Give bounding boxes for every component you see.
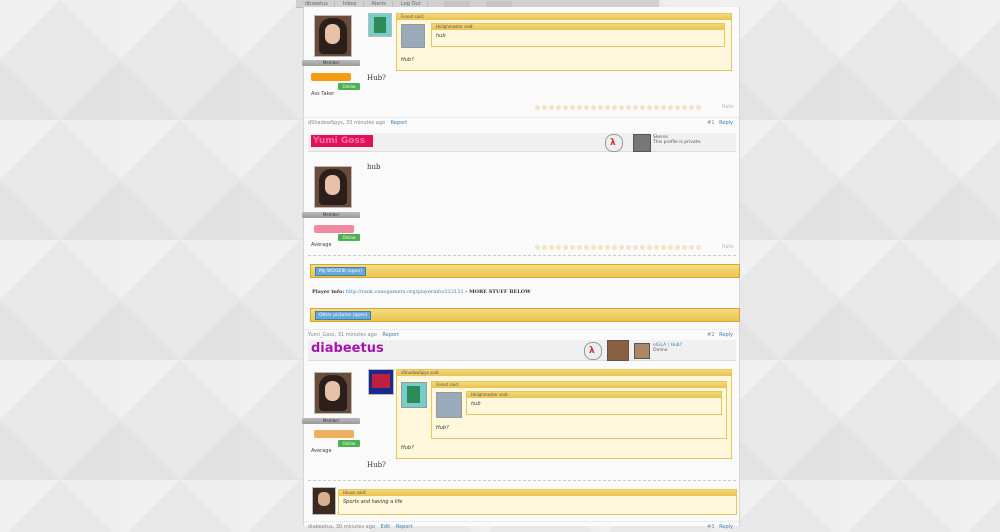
nav-extra-icon[interactable] xyxy=(485,0,512,7)
user-avatar[interactable] xyxy=(314,15,352,57)
report-link[interactable]: Report xyxy=(391,120,408,126)
post-meta: dShadowSpys, 33 minutes ago Report xyxy=(308,120,408,126)
quote-inner: Holighmaster said: hub xyxy=(431,23,725,47)
post-3: diabeetus λ elGLA | Hub? Online Member O… xyxy=(302,340,739,530)
steam-avatar-small[interactable] xyxy=(634,343,650,359)
user-avatar[interactable] xyxy=(314,372,352,414)
post-actions: #2 Reply xyxy=(707,332,733,338)
quote-text: hub xyxy=(471,401,481,407)
user-avatar[interactable] xyxy=(314,166,352,208)
online-badge: Online xyxy=(338,234,360,241)
quote-inner-avatar xyxy=(436,392,462,418)
quote-mid-avatar xyxy=(401,382,427,408)
username[interactable]: diabeetus xyxy=(311,341,384,356)
steam-avatar[interactable] xyxy=(633,134,651,152)
user-title: Average xyxy=(311,448,332,454)
quote-mid: Forest said: Holighmaster said: hub Hub? xyxy=(431,381,727,439)
quote-author[interactable]: Forest said: xyxy=(397,14,731,20)
post-actions: #1 Reply xyxy=(707,120,733,126)
quote-inner: Holighmaster said: hub xyxy=(466,391,722,415)
quote-text: Hub? xyxy=(436,425,449,431)
post-message: hub xyxy=(367,163,381,171)
post-meta: Yumi_Gass, 31 minutes ago Report xyxy=(308,332,399,338)
quote-outer: Forest said: Holighmaster said: hub Hub? xyxy=(396,13,732,71)
quoted-avatar xyxy=(368,13,392,37)
rate-label[interactable]: Rate xyxy=(722,244,733,250)
rank-bar: Member xyxy=(302,60,360,66)
halflife-icon: λ xyxy=(605,134,623,152)
reaction-icons[interactable] xyxy=(535,245,701,250)
reply-link[interactable]: Reply xyxy=(719,524,733,530)
rank-bar: Member xyxy=(302,212,360,218)
online-badge: Online xyxy=(338,83,360,90)
online-badge: Online xyxy=(338,440,360,447)
post-header: diabeetus λ elGLA | Hub? Online xyxy=(308,340,736,361)
nav-alerts[interactable]: Alerts xyxy=(366,0,394,7)
nav-username[interactable]: dbseetus xyxy=(299,0,335,7)
post-number[interactable]: #3 xyxy=(707,524,714,530)
quoted-avatar xyxy=(368,369,394,395)
quote-author[interactable]: Forest said: xyxy=(432,382,726,388)
report-link[interactable]: Report xyxy=(396,524,413,530)
quote-text: Hub? xyxy=(401,445,414,451)
thread-content: Member Online Ass Taker Forest said: Hol… xyxy=(302,7,740,530)
reaction-icons[interactable] xyxy=(535,105,701,110)
post-message: Hub? xyxy=(367,461,386,469)
trophy-badge xyxy=(314,430,354,438)
post-header: Yumi Goss λ Skeres This profile is priva… xyxy=(308,133,736,152)
username[interactable]: Yumi Goss xyxy=(311,135,373,147)
signature-spoiler-2: Other pictures (open) xyxy=(310,308,740,322)
post-number[interactable]: #1 xyxy=(707,120,714,126)
edit-link[interactable]: Edit xyxy=(381,524,391,530)
post-footer: dShadowSpys, 33 minutes ago Report #1 Re… xyxy=(304,117,739,128)
spoiler-button[interactable]: My WOOZIK (open) xyxy=(315,267,367,276)
user-title: Ass Taker xyxy=(311,91,335,97)
signature-divider xyxy=(308,480,736,481)
signature-avatar xyxy=(312,487,336,515)
quote-text: hub xyxy=(436,33,446,39)
spoiler-button[interactable]: Other pictures (open) xyxy=(315,311,372,320)
reply-link[interactable]: Reply xyxy=(719,332,733,338)
nav-search-icon[interactable] xyxy=(443,0,470,7)
nav-logout[interactable]: Log Out xyxy=(395,0,428,7)
quote-inner-avatar xyxy=(401,24,425,48)
trophy-badge xyxy=(311,73,351,81)
signature-quote: House said: Sports and having a life xyxy=(338,489,737,515)
rate-label[interactable]: Rate xyxy=(722,104,733,110)
post-number[interactable]: #2 xyxy=(707,332,714,338)
post-footer: Yumi_Gass, 31 minutes ago Report #2 Repl… xyxy=(304,329,739,340)
post-footer: diabeetus, 30 minutes ago Edit Report #3… xyxy=(304,521,739,532)
post-meta: diabeetus, 30 minutes ago Edit Report xyxy=(308,524,413,530)
quote-author[interactable]: dShadowSpys said: xyxy=(397,370,731,376)
rank-bar: Member xyxy=(302,418,360,424)
post-message: Hub? xyxy=(367,74,386,82)
post-actions: #3 Reply xyxy=(707,524,733,530)
signature-divider xyxy=(308,255,736,256)
quote-text: Sports and having a life xyxy=(343,499,403,505)
halflife-icon: λ xyxy=(584,342,602,360)
steam-status: Skeres This profile is private. xyxy=(653,135,702,145)
report-link[interactable]: Report xyxy=(382,332,399,338)
trophy-badge xyxy=(314,225,354,233)
steam-status: elGLA | Hub? Online xyxy=(653,343,683,353)
player-info-link[interactable]: http://rank.vanogamers.org/playerinfo/22… xyxy=(346,289,464,295)
quote-text: Hub? xyxy=(401,57,414,63)
nav-inbox[interactable]: Inbox xyxy=(337,0,364,7)
post-1: Member Online Ass Taker Forest said: Hol… xyxy=(302,7,739,129)
reply-link[interactable]: Reply xyxy=(719,120,733,126)
user-title: Average xyxy=(311,242,332,248)
post-2: Yumi Goss λ Skeres This profile is priva… xyxy=(302,133,740,340)
steam-avatar[interactable] xyxy=(607,340,629,361)
quote-outer: dShadowSpys said: Forest said: Holighmas… xyxy=(396,369,732,459)
signature-spoiler-1: My WOOZIK (open) xyxy=(310,264,740,278)
signature-player-info: Player info: http://rank.vanogamers.org/… xyxy=(312,289,531,295)
